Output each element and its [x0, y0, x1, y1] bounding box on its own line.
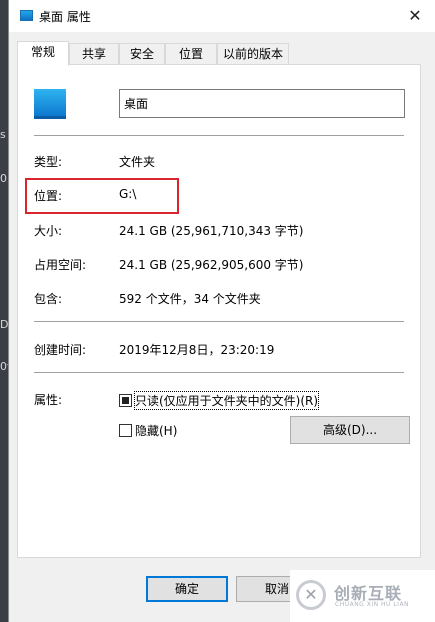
- tab-sharing[interactable]: 共享: [69, 43, 119, 64]
- readonly-checkbox[interactable]: [119, 394, 132, 407]
- divider: [34, 135, 404, 136]
- close-icon[interactable]: ✕: [401, 2, 429, 30]
- folder-name-field[interactable]: 桌面: [119, 89, 405, 118]
- tab-security[interactable]: 安全: [119, 43, 165, 64]
- advanced-button[interactable]: 高级(D)...: [290, 416, 410, 444]
- location-label: 位置:: [34, 189, 63, 203]
- hidden-checkbox[interactable]: [119, 424, 132, 437]
- tab-previous-versions[interactable]: 以前的版本: [217, 43, 289, 64]
- created-value: 2019年12月8日，23:20:19: [119, 343, 275, 357]
- disk-size-label: 占用空间:: [34, 258, 87, 272]
- divider: [34, 321, 404, 322]
- contains-value: 592 个文件，34 个文件夹: [119, 292, 261, 306]
- large-folder-icon: [34, 89, 66, 119]
- folder-icon: [20, 10, 33, 21]
- size-value: 24.1 GB (25,961,710,343 字节): [119, 224, 304, 238]
- attributes-label: 属性:: [34, 393, 63, 407]
- tab-general[interactable]: 常规: [17, 41, 69, 66]
- readonly-checkbox-label[interactable]: 只读(仅应用于文件夹中的文件)(R): [133, 391, 320, 410]
- watermark: ✕ 创新互联 CHUANG XIN HU LIAN: [290, 570, 435, 622]
- contains-label: 包含:: [34, 292, 63, 306]
- type-label: 类型:: [34, 155, 63, 169]
- location-value: G:\: [119, 187, 137, 201]
- divider: [34, 372, 404, 373]
- window-title: 桌面 属性: [39, 10, 91, 24]
- tab-location[interactable]: 位置: [165, 43, 217, 64]
- created-label: 创建时间:: [34, 343, 87, 357]
- title-bar[interactable]: 桌面 属性 ✕: [9, 0, 435, 32]
- type-value: 文件夹: [119, 155, 156, 169]
- properties-dialog: 桌面 属性 ✕ 常规 共享 安全 位置 以前的版本 桌面 类型: 文件夹 位置:…: [8, 0, 435, 622]
- hidden-checkbox-label[interactable]: 隐藏(H): [135, 422, 177, 439]
- general-tab-panel: 桌面 类型: 文件夹 位置: G:\ 大小: 24.1 GB (25,961,7…: [17, 64, 421, 558]
- watermark-subtext: CHUANG XIN HU LIAN: [335, 601, 410, 608]
- ok-button[interactable]: 确定: [146, 576, 228, 602]
- watermark-logo-icon: ✕: [296, 580, 326, 610]
- disk-size-value: 24.1 GB (25,962,905,600 字节): [119, 258, 304, 272]
- size-label: 大小:: [34, 224, 63, 238]
